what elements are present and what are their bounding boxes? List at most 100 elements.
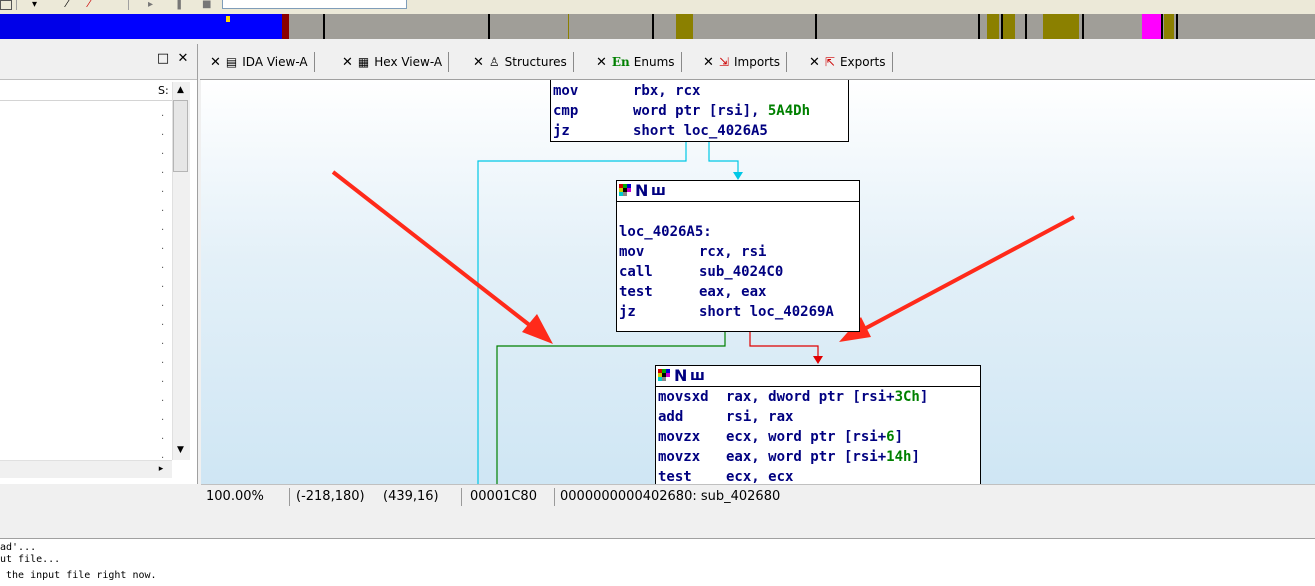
node-color-icon[interactable] bbox=[658, 369, 670, 381]
mnemonic: mov bbox=[553, 83, 579, 99]
mnemonic: movzx bbox=[658, 429, 701, 445]
nav-tick bbox=[323, 14, 325, 39]
play-icon[interactable]: ▸ bbox=[148, 0, 153, 10]
truncated-cell: . bbox=[161, 108, 165, 119]
nav-segment bbox=[1164, 14, 1174, 39]
graph-view[interactable]: mov rbx, rcx cmp word ptr [rsi], 5A4Dh jz s… bbox=[201, 80, 1315, 484]
cursor-icon[interactable]: ▾ bbox=[32, 0, 37, 10]
tab-close-icon[interactable]: ✕ bbox=[809, 55, 820, 70]
toolbar-icon[interactable] bbox=[0, 0, 12, 10]
truncated-cell: . bbox=[161, 279, 165, 290]
nav-current-position-marker bbox=[226, 16, 230, 22]
truncated-cell: . bbox=[161, 431, 165, 442]
tab-close-icon[interactable]: ✕ bbox=[210, 55, 221, 70]
output-splitter[interactable] bbox=[0, 510, 1315, 539]
nav-segment bbox=[282, 14, 289, 39]
graph-node-loc_4026A5[interactable]: N ш loc_4026A5: mov rcx, rsi call sub_4024… bbox=[616, 180, 860, 332]
restore-icon[interactable]: □ bbox=[156, 52, 170, 66]
operand: sub_4024C0 bbox=[699, 264, 784, 280]
tab-hex-view-a[interactable]: ✕ ▦ Hex View-A bbox=[336, 52, 450, 72]
toolbar: ▾ ⁄ ⁄ ▸ ❚ ■ bbox=[0, 0, 1315, 15]
enums-icon: En bbox=[611, 55, 630, 69]
immediate: 6 bbox=[886, 429, 895, 445]
operand: ecx, ecx bbox=[726, 469, 794, 484]
mnemonic: call bbox=[619, 264, 653, 280]
truncated-cell: . bbox=[161, 298, 165, 309]
node-name-icon[interactable]: N bbox=[674, 366, 687, 386]
tab-label: IDA View-A bbox=[242, 55, 308, 69]
operand: eax, word ptr [rsi+ bbox=[726, 449, 887, 465]
scroll-up-icon[interactable]: ▲ bbox=[172, 82, 189, 98]
mnemonic: test bbox=[658, 469, 692, 484]
instruction-row[interactable]: jz short loc_40269A bbox=[617, 302, 859, 322]
nav-segment bbox=[0, 14, 80, 39]
operand-tail: ] bbox=[919, 389, 929, 405]
output-line: ad'... bbox=[0, 542, 37, 553]
close-icon[interactable]: ✕ bbox=[176, 52, 190, 66]
truncated-cell: . bbox=[161, 336, 165, 347]
output-line: the input file right now. bbox=[0, 570, 157, 581]
column-header-segment[interactable]: S: bbox=[158, 84, 169, 97]
tab-close-icon[interactable]: ✕ bbox=[596, 55, 607, 70]
tab-close-icon[interactable]: ✕ bbox=[703, 55, 714, 70]
instruction-row[interactable]: mov rcx, rsi bbox=[617, 242, 859, 262]
tab-structures[interactable]: ✕ ♙ Structures bbox=[467, 52, 574, 72]
node-color-icon[interactable] bbox=[619, 184, 631, 196]
tab-exports[interactable]: ✕ ⇱ Exports bbox=[803, 52, 893, 72]
truncated-cell: . bbox=[161, 374, 165, 385]
annotation-arrowhead bbox=[522, 314, 553, 344]
horizontal-scrollbar[interactable] bbox=[0, 460, 172, 478]
operand-tail: ] bbox=[894, 429, 904, 445]
nav-segment bbox=[676, 14, 693, 39]
status-separator bbox=[554, 488, 555, 506]
operand: eax, eax bbox=[699, 284, 767, 300]
debugger-select[interactable] bbox=[222, 0, 407, 9]
instruction-row[interactable]: cmp word ptr [rsi], 5A4Dh bbox=[551, 101, 848, 121]
tab-close-icon[interactable]: ✕ bbox=[342, 55, 353, 70]
stop-icon[interactable]: ■ bbox=[202, 0, 211, 10]
tab-label: Exports bbox=[839, 55, 886, 69]
annotation-arrow-left bbox=[331, 170, 543, 336]
graph-node-bottom[interactable]: N ш movsxd rax, dword ptr [rsi+3Ch] add rs… bbox=[655, 365, 981, 484]
tab-enums[interactable]: ✕ En Enums bbox=[590, 52, 682, 72]
node-header: N ш bbox=[656, 366, 980, 387]
nav-tick bbox=[1176, 14, 1178, 39]
truncated-cell: . bbox=[161, 203, 165, 214]
functions-list-header[interactable] bbox=[0, 82, 172, 101]
tab-ida-view-a[interactable]: ✕ ▤ IDA View-A bbox=[204, 52, 315, 72]
imports-icon: ⇲ bbox=[718, 55, 729, 69]
scroll-down-icon[interactable]: ▼ bbox=[172, 442, 189, 458]
output-window: ad'... ut file... the input file right n… bbox=[0, 539, 1315, 586]
truncated-cell: . bbox=[161, 184, 165, 195]
scroll-right-icon[interactable]: ▸ bbox=[154, 461, 168, 477]
instruction-row[interactable]: movzx eax, word ptr [rsi+14h] bbox=[656, 447, 980, 467]
instruction-row[interactable]: movsxd rax, dword ptr [rsi+3Ch] bbox=[656, 387, 980, 407]
tab-imports[interactable]: ✕ ⇲ Imports bbox=[697, 52, 788, 72]
instruction-row[interactable]: movzx ecx, word ptr [rsi+6] bbox=[656, 427, 980, 447]
node-graph-icon[interactable]: ш bbox=[651, 181, 666, 201]
graph-node-top[interactable]: mov rbx, rcx cmp word ptr [rsi], 5A4Dh jz s… bbox=[550, 80, 849, 142]
tab-label: Structures bbox=[504, 55, 567, 69]
scroll-thumb[interactable] bbox=[173, 100, 188, 172]
node-graph-icon[interactable]: ш bbox=[690, 366, 705, 386]
status-separator bbox=[289, 488, 290, 506]
node-coords: (439,16) bbox=[383, 489, 439, 504]
pen-icon[interactable]: ⁄ bbox=[66, 0, 68, 10]
truncated-cell: . bbox=[161, 165, 165, 176]
truncated-cell: . bbox=[161, 355, 165, 366]
zoom-level: 100.00% bbox=[206, 489, 264, 504]
instruction-row[interactable]: call sub_4024C0 bbox=[617, 262, 859, 282]
node-name-icon[interactable]: N bbox=[635, 181, 648, 201]
instruction-row[interactable]: jz short loc_4026A5 bbox=[551, 121, 848, 141]
instruction-row[interactable]: test eax, eax bbox=[617, 282, 859, 302]
navigation-band[interactable] bbox=[0, 14, 1315, 39]
nav-tick bbox=[1082, 14, 1084, 39]
pause-icon[interactable]: ❚ bbox=[175, 0, 183, 10]
node-label[interactable]: loc_4026A5: bbox=[617, 222, 859, 242]
ida-view-icon: ▤ bbox=[225, 55, 238, 69]
red-pen-icon[interactable]: ⁄ bbox=[88, 0, 90, 10]
instruction-row[interactable]: test ecx, ecx bbox=[656, 467, 980, 484]
instruction-row[interactable]: add rsi, rax bbox=[656, 407, 980, 427]
tab-close-icon[interactable]: ✕ bbox=[473, 55, 484, 70]
instruction-row[interactable]: mov rbx, rcx bbox=[551, 81, 848, 101]
